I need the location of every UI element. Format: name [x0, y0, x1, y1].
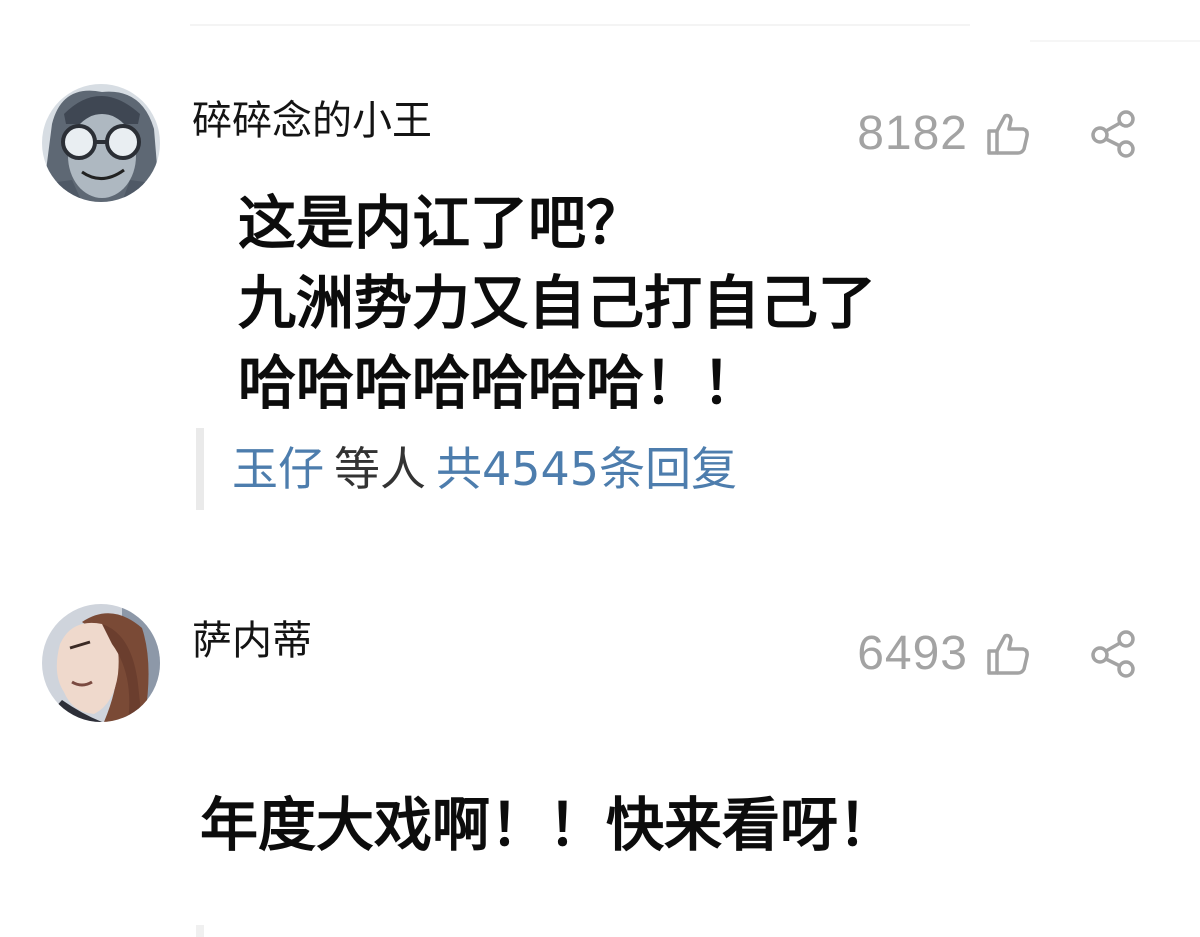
comment-username[interactable]: 萨内蒂 — [192, 617, 312, 665]
reply-summary[interactable]: 玉仔 等人 共4545条回复 — [196, 428, 737, 510]
reply-user-link[interactable]: 玉仔 — [232, 442, 324, 496]
avatar-longhair-icon — [42, 604, 160, 722]
reply-bar-edge — [196, 925, 204, 937]
share-icon[interactable] — [1088, 108, 1140, 160]
top-divider — [190, 24, 970, 26]
like-count: 6493 — [857, 627, 968, 680]
user-avatar[interactable] — [42, 84, 160, 202]
comment-body-line: 这是内讧了吧？ — [238, 189, 645, 257]
comment-actions: 6493 — [857, 624, 1140, 684]
reply-others-label: 等人 — [334, 442, 426, 496]
like-count: 8182 — [857, 107, 968, 160]
thumbs-up-icon[interactable] — [984, 110, 1032, 158]
thumbs-up-icon[interactable] — [984, 630, 1032, 678]
comment-body-line: 哈哈哈哈哈哈哈！！ — [238, 349, 761, 417]
avatar-glasses-icon — [42, 84, 160, 202]
comment-item: 碎碎念的小王 8182 这是内讧了吧？ 九洲势力又自己打自己了 哈哈哈哈哈哈哈！… — [0, 80, 1200, 530]
comment-item: 萨内蒂 6493 年度大戏啊！！快来看呀！ — [0, 600, 1200, 937]
comment-username[interactable]: 碎碎念的小王 — [192, 97, 432, 145]
comment-body-line: 九洲势力又自己打自己了 — [238, 269, 877, 337]
reply-total-link[interactable]: 共4545条回复 — [436, 442, 737, 496]
comment-body: 年度大戏啊！！快来看呀！ — [200, 785, 896, 865]
comment-actions: 8182 — [857, 104, 1140, 164]
comment-body-line: 年度大戏啊！！快来看呀！ — [200, 791, 897, 859]
comment-body: 这是内讧了吧？ 九洲势力又自己打自己了 哈哈哈哈哈哈哈！！ — [238, 183, 876, 423]
user-avatar[interactable] — [42, 604, 160, 722]
share-icon[interactable] — [1088, 628, 1140, 680]
top-divider-right — [1030, 40, 1200, 42]
